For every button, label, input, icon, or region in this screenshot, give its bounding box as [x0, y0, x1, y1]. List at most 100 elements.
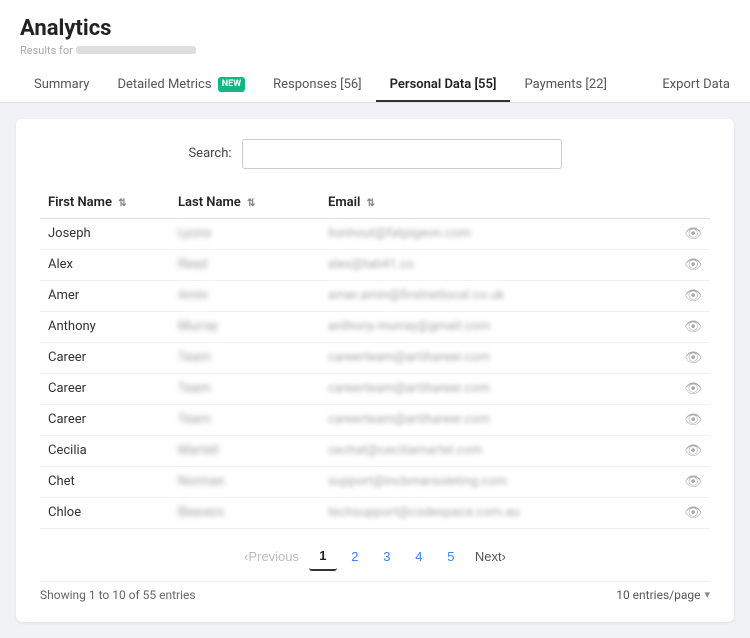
sort-icon-last-name[interactable]: ⇅	[247, 198, 255, 209]
view-row-button[interactable]: 👁	[684, 505, 702, 521]
cell-action: 👁	[670, 218, 710, 249]
cell-last-name: Murray	[170, 311, 320, 342]
table-header-row: First Name ⇅ Last Name ⇅ Email ⇅	[40, 189, 710, 219]
cell-email: anthony.murray@gmail.com	[320, 311, 670, 342]
cell-first-name: Amer	[40, 280, 170, 311]
cell-email: amer.amin@firstnetlocal.co.uk	[320, 280, 670, 311]
next-button[interactable]: Next ›	[469, 543, 512, 571]
entries-per-page-label: 10 entries/page	[616, 588, 700, 602]
cell-first-name: Cecilia	[40, 435, 170, 466]
cell-email: alex@tab41.co	[320, 249, 670, 280]
cell-action: 👁	[670, 280, 710, 311]
view-row-button[interactable]: 👁	[684, 350, 702, 366]
view-row-button[interactable]: 👁	[684, 474, 702, 490]
col-header-action	[670, 189, 710, 219]
cell-email: careerteam@artihareer.com	[320, 342, 670, 373]
search-row: Search:	[40, 139, 710, 169]
table-row: CareerTeamcareerteam@artihareer.com 👁	[40, 373, 710, 404]
tab-responses[interactable]: Responses [56]	[259, 69, 376, 102]
table-row: AlexReadalex@tab41.co 👁	[40, 249, 710, 280]
cell-action: 👁	[670, 497, 710, 528]
tab-detailed-metrics[interactable]: Detailed Metrics NEW	[103, 69, 259, 102]
cell-first-name: Chet	[40, 466, 170, 497]
cell-last-name: Team	[170, 373, 320, 404]
table-row: CareerTeamcareerteam@artihareer.com 👁	[40, 404, 710, 435]
page-2-button[interactable]: 2	[341, 543, 369, 571]
subtitle-text: Results for	[20, 44, 73, 57]
cell-action: 👁	[670, 342, 710, 373]
col-header-first-name: First Name ⇅	[40, 189, 170, 219]
table-row: CareerTeamcareerteam@artihareer.com 👁	[40, 342, 710, 373]
table-row: AnthonyMurrayanthony.murray@gmail.com 👁	[40, 311, 710, 342]
page-1-button[interactable]: 1	[309, 543, 337, 571]
cell-first-name: Career	[40, 342, 170, 373]
data-card: Search: First Name ⇅ Last Name ⇅ Email	[16, 119, 734, 622]
cell-first-name: Career	[40, 404, 170, 435]
tab-bar: Summary Detailed Metrics NEW Responses […	[20, 69, 730, 102]
cell-last-name: Martell	[170, 435, 320, 466]
tab-summary[interactable]: Summary	[20, 69, 103, 102]
export-data-button[interactable]: Export Data	[648, 69, 730, 102]
cell-last-name: Read	[170, 249, 320, 280]
view-row-button[interactable]: 👁	[684, 319, 702, 335]
cell-last-name: Team	[170, 404, 320, 435]
view-row-button[interactable]: 👁	[684, 288, 702, 304]
tab-payments[interactable]: Payments [22]	[510, 69, 620, 102]
view-row-button[interactable]: 👁	[684, 412, 702, 428]
blurred-url	[76, 46, 196, 54]
view-row-button[interactable]: 👁	[684, 443, 702, 459]
header-subtitle: Results for	[20, 43, 730, 57]
main-content: Search: First Name ⇅ Last Name ⇅ Email	[0, 103, 750, 638]
new-badge: NEW	[218, 77, 245, 92]
table-row: AmerAminamer.amin@firstnetlocal.co.uk 👁	[40, 280, 710, 311]
page-5-button[interactable]: 5	[437, 543, 465, 571]
search-input[interactable]	[242, 139, 562, 169]
cell-action: 👁	[670, 404, 710, 435]
sort-icon-email[interactable]: ⇅	[367, 198, 375, 209]
view-row-button[interactable]: 👁	[684, 226, 702, 242]
cell-first-name: Joseph	[40, 218, 170, 249]
table-footer: Showing 1 to 10 of 55 entries 10 entries…	[40, 581, 710, 602]
cell-action: 👁	[670, 311, 710, 342]
view-row-button[interactable]: 👁	[684, 257, 702, 273]
table-row: CeciliaMartellcechat@ceciliamartel.com 👁	[40, 435, 710, 466]
col-header-last-name: Last Name ⇅	[170, 189, 320, 219]
page-4-button[interactable]: 4	[405, 543, 433, 571]
view-row-button[interactable]: 👁	[684, 381, 702, 397]
chevron-down-icon: ▾	[704, 588, 710, 601]
cell-last-name: Beavers	[170, 497, 320, 528]
personal-data-table: First Name ⇅ Last Name ⇅ Email ⇅ JosephL…	[40, 189, 710, 529]
header: Analytics Results for Summary Detailed M…	[0, 0, 750, 103]
cell-email: lionhout@fatpigeon.com	[320, 218, 670, 249]
page-3-button[interactable]: 3	[373, 543, 401, 571]
cell-last-name: Amin	[170, 280, 320, 311]
col-header-email: Email ⇅	[320, 189, 670, 219]
sort-icon-first-name[interactable]: ⇅	[118, 198, 126, 209]
cell-email: support@incbmarsoleting.com	[320, 466, 670, 497]
cell-first-name: Chloe	[40, 497, 170, 528]
cell-action: 👁	[670, 435, 710, 466]
cell-first-name: Anthony	[40, 311, 170, 342]
cell-action: 👁	[670, 466, 710, 497]
cell-first-name: Alex	[40, 249, 170, 280]
cell-email: careerteam@artihareer.com	[320, 404, 670, 435]
cell-email: careerteam@artihareer.com	[320, 373, 670, 404]
cell-email: cechat@ceciliamartel.com	[320, 435, 670, 466]
cell-action: 👁	[670, 249, 710, 280]
showing-text: Showing 1 to 10 of 55 entries	[40, 588, 196, 602]
cell-action: 👁	[670, 373, 710, 404]
pagination: ‹ Previous 1 2 3 4 5 Next ›	[40, 543, 710, 571]
cell-first-name: Career	[40, 373, 170, 404]
table-row: JosephLyonslionhout@fatpigeon.com 👁	[40, 218, 710, 249]
table-row: ChetNormansupport@incbmarsoleting.com 👁	[40, 466, 710, 497]
cell-last-name: Norman	[170, 466, 320, 497]
cell-last-name: Team	[170, 342, 320, 373]
search-label: Search:	[188, 146, 231, 161]
page-title: Analytics	[20, 16, 730, 41]
cell-email: techsupport@codespace.com.au	[320, 497, 670, 528]
tab-personal-data[interactable]: Personal Data [55]	[376, 69, 511, 102]
entries-per-page-selector[interactable]: 10 entries/page ▾	[616, 588, 710, 602]
table-row: ChloeBeaverstechsupport@codespace.com.au…	[40, 497, 710, 528]
prev-button[interactable]: ‹ Previous	[238, 543, 305, 571]
cell-last-name: Lyons	[170, 218, 320, 249]
